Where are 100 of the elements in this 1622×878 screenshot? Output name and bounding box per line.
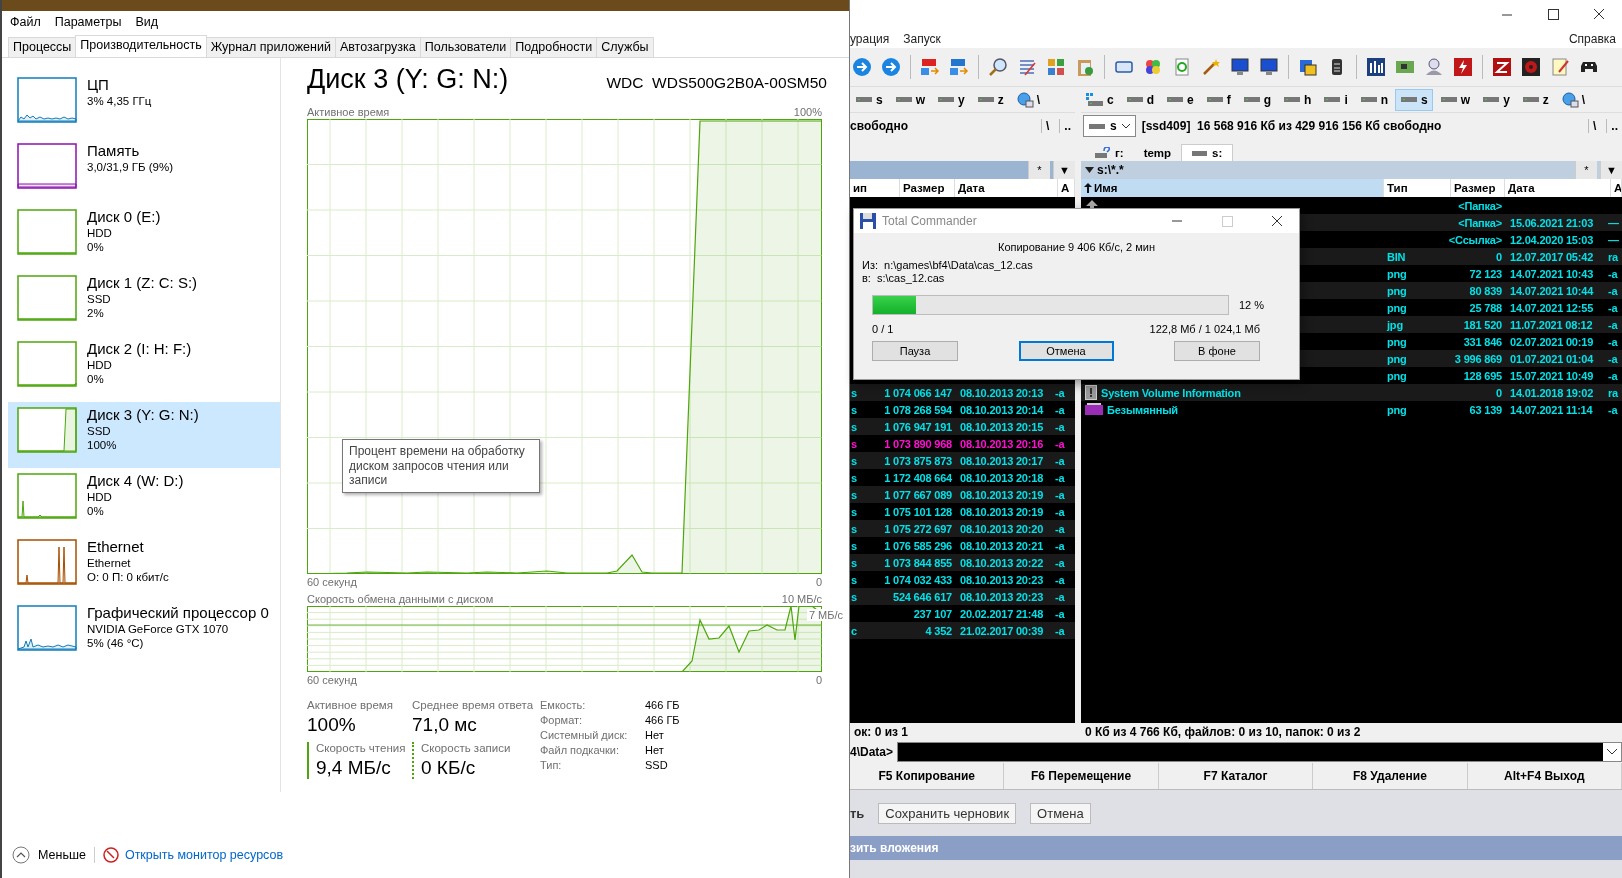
file-size: <Папка> [1457, 199, 1502, 212]
device-item[interactable]: Ethernet Ethernet О: 0 П: 0 кбит/с [8, 534, 280, 600]
user-search-icon[interactable] [1424, 57, 1444, 77]
folder-tab[interactable]: s: [1181, 144, 1234, 161]
header-button[interactable]: ▼ [1053, 161, 1075, 179]
drive-button[interactable]: \ [1010, 88, 1046, 111]
drive-icon [1125, 96, 1144, 103]
app-icon[interactable] [1492, 57, 1512, 77]
menu-item[interactable]: Справка [1568, 32, 1616, 46]
tab[interactable]: Пользователи [419, 37, 512, 57]
root-button[interactable]: \ [1041, 119, 1054, 133]
drive-dropdown[interactable]: s [1083, 115, 1136, 137]
computer-icon[interactable] [1259, 57, 1279, 77]
menu-item[interactable]: Запуск [903, 32, 941, 46]
drive-button[interactable]: i [1318, 88, 1353, 111]
arrow-circle-icon[interactable] [881, 57, 901, 77]
drive-button[interactable]: c [1081, 88, 1119, 111]
file-attributes: -a [1607, 267, 1619, 280]
file-attributes: ra [1607, 386, 1620, 399]
device-item[interactable]: ЦП 3% 4,35 ГГц [8, 72, 280, 138]
tiles-icon[interactable] [1046, 57, 1066, 77]
device-item[interactable]: Диск 3 (Y: G: N:) SSD 100% [8, 402, 280, 468]
tab[interactable]: Журнал приложений [205, 37, 336, 57]
drive-button[interactable]: s [1395, 88, 1433, 111]
file-size: 1 076 585 296 [883, 539, 952, 552]
file-size: <Папка> [1457, 216, 1502, 229]
menu-item[interactable]: Вид [135, 15, 158, 31]
drive-button[interactable]: h [1278, 88, 1317, 111]
tab[interactable]: Процессы [8, 37, 77, 57]
drive-button[interactable]: f [1200, 88, 1236, 111]
drive-button[interactable]: z [1516, 88, 1554, 111]
device-item[interactable]: Диск 4 (W: D:) HDD 0% [8, 468, 280, 534]
device-item[interactable]: Память 3,0/31,9 ГБ (9%) [8, 138, 280, 204]
command-line-field[interactable] [897, 742, 1622, 762]
menu-item[interactable]: Файл [10, 15, 41, 31]
eye-icon[interactable] [1521, 57, 1541, 77]
dialog-button[interactable]: Пауза [872, 341, 958, 361]
drive-button[interactable]: s [850, 88, 888, 111]
file-extension: s [850, 454, 858, 467]
usage-graph [17, 407, 77, 453]
dialog-button[interactable]: Отмена [1018, 341, 1114, 361]
list-icon[interactable] [1017, 57, 1037, 77]
file-date: 08.10.2013 20:23 [959, 573, 1045, 586]
drive-button[interactable]: n [1354, 88, 1394, 111]
column-header[interactable]: Имя [1081, 179, 1384, 197]
device-item[interactable]: Диск 1 (Z: C: S:) SSD 2% [8, 270, 280, 336]
header-button[interactable]: ▼ [1600, 161, 1622, 179]
root-button[interactable]: \ [1588, 119, 1601, 133]
notepad-icon[interactable] [1550, 57, 1570, 77]
refresh-icon[interactable] [1172, 57, 1192, 77]
clipboard-icon[interactable] [1075, 57, 1095, 77]
device-item[interactable]: Графический процессор 0 NVIDIA GeForce GTX 1070 5% (46 °C) [8, 600, 280, 666]
file-attributes: -a [1054, 437, 1066, 450]
up-button[interactable]: .. [1606, 119, 1622, 133]
transfer-icon[interactable] [920, 57, 940, 77]
chevron-down-icon [1120, 123, 1131, 129]
device-detail: 0% [87, 240, 105, 254]
file-size: 1 076 947 191 [883, 420, 952, 433]
header-button[interactable]: * [1575, 161, 1597, 179]
drive-button[interactable]: d [1120, 88, 1160, 111]
folder-tab[interactable]: г: [1085, 145, 1134, 161]
drive-button[interactable]: g [1237, 88, 1277, 111]
form-button[interactable]: Сохранить черновик [878, 802, 1017, 824]
device-item[interactable]: Диск 2 (I: H: F:) HDD 0% [8, 336, 280, 402]
tab[interactable]: Подробности [510, 37, 598, 57]
lightning-icon[interactable] [1453, 57, 1473, 77]
header-button[interactable]: * [1028, 161, 1050, 179]
file-size: 0 [1495, 250, 1502, 263]
drive-button[interactable]: w [1434, 88, 1476, 111]
fewer-details-button[interactable]: Меньше [12, 846, 86, 864]
wand-icon[interactable] [1201, 57, 1221, 77]
drive-button[interactable]: \ [1555, 88, 1591, 111]
drive-button[interactable]: z [971, 88, 1009, 111]
monitor-icon[interactable] [1230, 57, 1250, 77]
menu-item[interactable]: урация [850, 32, 890, 46]
arrow-circle-icon[interactable] [852, 57, 872, 77]
drive-info: [ssd409] 16 568 916 Кб из 429 916 156 Кб свободно [1141, 119, 1442, 133]
menu-item[interactable]: Параметры [54, 15, 122, 31]
flower-icon[interactable] [1143, 57, 1163, 77]
property-label: Тип: [540, 759, 563, 771]
up-button[interactable]: .. [1059, 119, 1075, 133]
drive-button[interactable]: w [889, 88, 931, 111]
device-item[interactable]: Диск 0 (E:) HDD 0% [8, 204, 280, 270]
search-icon[interactable] [988, 57, 1008, 77]
axis-min-label: 0 [815, 575, 822, 588]
folder-tab[interactable]: temp [1133, 145, 1182, 161]
drive-button[interactable]: y [1477, 88, 1515, 111]
tab[interactable]: Службы [596, 37, 654, 57]
drive-button[interactable]: y [932, 88, 970, 111]
form-button[interactable]: Отмена [1030, 802, 1091, 824]
chart-icon[interactable] [1366, 57, 1386, 77]
stat-label: Активное время [307, 699, 394, 711]
resource-monitor-link[interactable]: Открыть монитор ресурсов [124, 848, 284, 862]
dialog-button[interactable]: В фоне [1174, 341, 1260, 361]
form-button[interactable]: ть [850, 805, 865, 821]
transfer-icon[interactable] [949, 57, 969, 77]
file-attributes: -a [1607, 301, 1619, 314]
drive-button[interactable]: e [1161, 88, 1199, 111]
file-type: png [1386, 301, 1408, 314]
tab[interactable]: Автозагрузка [334, 37, 421, 57]
